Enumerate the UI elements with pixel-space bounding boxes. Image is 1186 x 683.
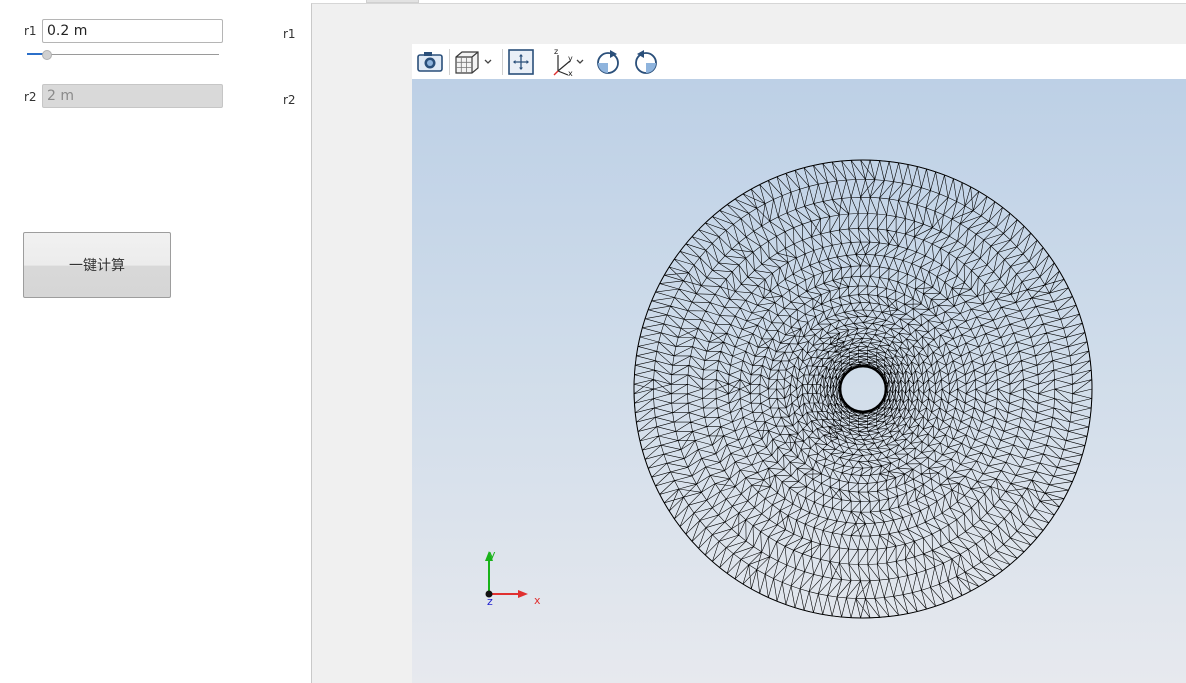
rotate-counterclockwise-icon[interactable] [631, 47, 661, 77]
rotate-clockwise-icon[interactable] [593, 47, 623, 77]
viewer-toolbar: z y x [412, 44, 1186, 79]
z-axis-label: z [487, 595, 493, 608]
camera-icon[interactable] [415, 47, 445, 77]
side-r1-label: r1 [283, 27, 296, 41]
axes-triad: y x z [485, 548, 541, 608]
r2-label: r2 [24, 90, 37, 104]
fit-view-icon[interactable] [506, 47, 536, 77]
slider-thumb[interactable] [42, 50, 52, 60]
toolbar-divider [449, 49, 450, 75]
r1-slider[interactable] [25, 47, 221, 63]
one-click-compute-button[interactable]: 一键计算 [23, 232, 171, 298]
cube-view-icon[interactable] [452, 47, 496, 77]
svg-text:y: y [568, 54, 573, 63]
y-axis-label: y [489, 548, 496, 561]
r1-input[interactable] [42, 19, 223, 43]
mesh-plot: y x z [485, 159, 1093, 619]
axes-orientation-icon[interactable]: z y x [548, 47, 588, 77]
r1-label: r1 [24, 24, 37, 38]
x-axis-label: x [534, 594, 541, 607]
triangular-mesh [633, 159, 1093, 619]
toolbar-divider [502, 49, 503, 75]
mesh-viewport[interactable]: y x z [412, 79, 1186, 683]
mesh-inner-boundary [838, 364, 888, 414]
x-arrow [518, 590, 528, 598]
r2-input [42, 84, 223, 108]
svg-text:x: x [568, 69, 573, 77]
mesh-edges [633, 159, 1093, 619]
slider-track [27, 54, 219, 55]
svg-text:z: z [554, 47, 558, 56]
side-r2-label: r2 [283, 93, 296, 107]
